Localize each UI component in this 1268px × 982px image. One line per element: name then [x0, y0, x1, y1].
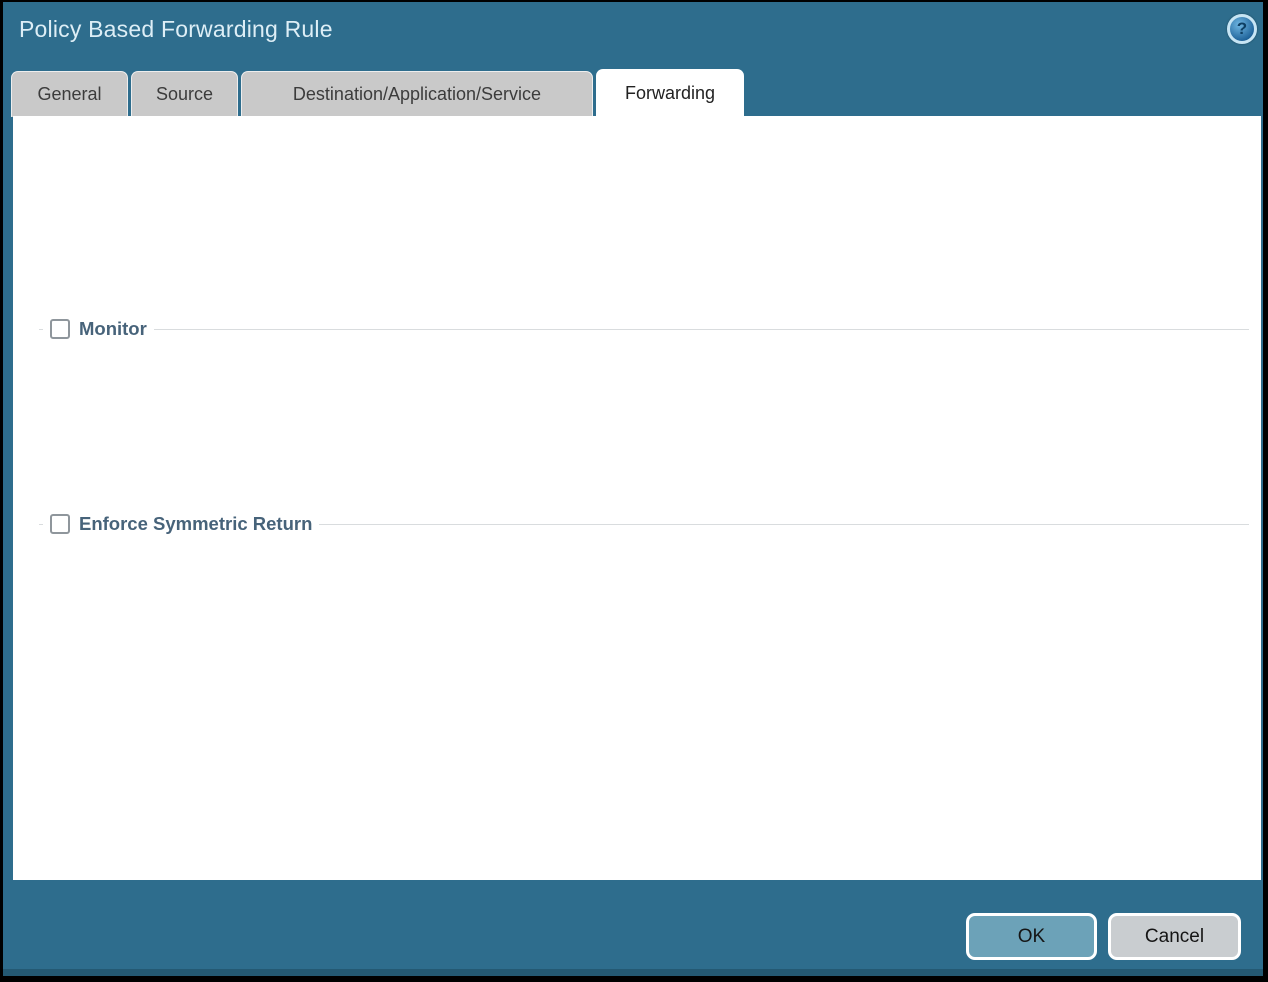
bottom-accent-strip: [3, 969, 1263, 976]
symmetric-return-legend-label: Enforce Symmetric Return: [79, 513, 313, 534]
monitor-checkbox[interactable]: [50, 319, 70, 339]
tab-forwarding-label: Forwarding: [624, 83, 716, 103]
help-icon[interactable]: ?: [1227, 14, 1257, 44]
tab-source-label: Source: [155, 84, 214, 104]
tab-general-label: General: [37, 84, 102, 104]
tab-forwarding[interactable]: Forwarding: [596, 69, 744, 117]
ok-button[interactable]: OK: [966, 913, 1097, 960]
tab-destination-application-service[interactable]: Destination/Application/Service: [241, 71, 593, 117]
monitor-fieldset-border: [39, 329, 1249, 330]
enforce-symmetric-return-checkbox[interactable]: [50, 514, 70, 534]
dialog-background: Policy Based Forwarding Rule ? General S…: [3, 2, 1263, 976]
tab-dest-label: Destination/Application/Service: [292, 84, 542, 104]
policy-based-forwarding-dialog: Policy Based Forwarding Rule ? General S…: [0, 0, 1268, 982]
tab-source[interactable]: Source: [131, 71, 238, 117]
cancel-button[interactable]: Cancel: [1108, 913, 1241, 960]
tab-general[interactable]: General: [11, 71, 128, 117]
symmetric-return-legend: Enforce Symmetric Return: [43, 509, 320, 539]
forwarding-tab-panel: [13, 116, 1261, 880]
monitor-legend-label: Monitor: [79, 318, 147, 339]
dialog-title: Policy Based Forwarding Rule: [19, 16, 333, 42]
monitor-legend: Monitor: [43, 314, 154, 344]
